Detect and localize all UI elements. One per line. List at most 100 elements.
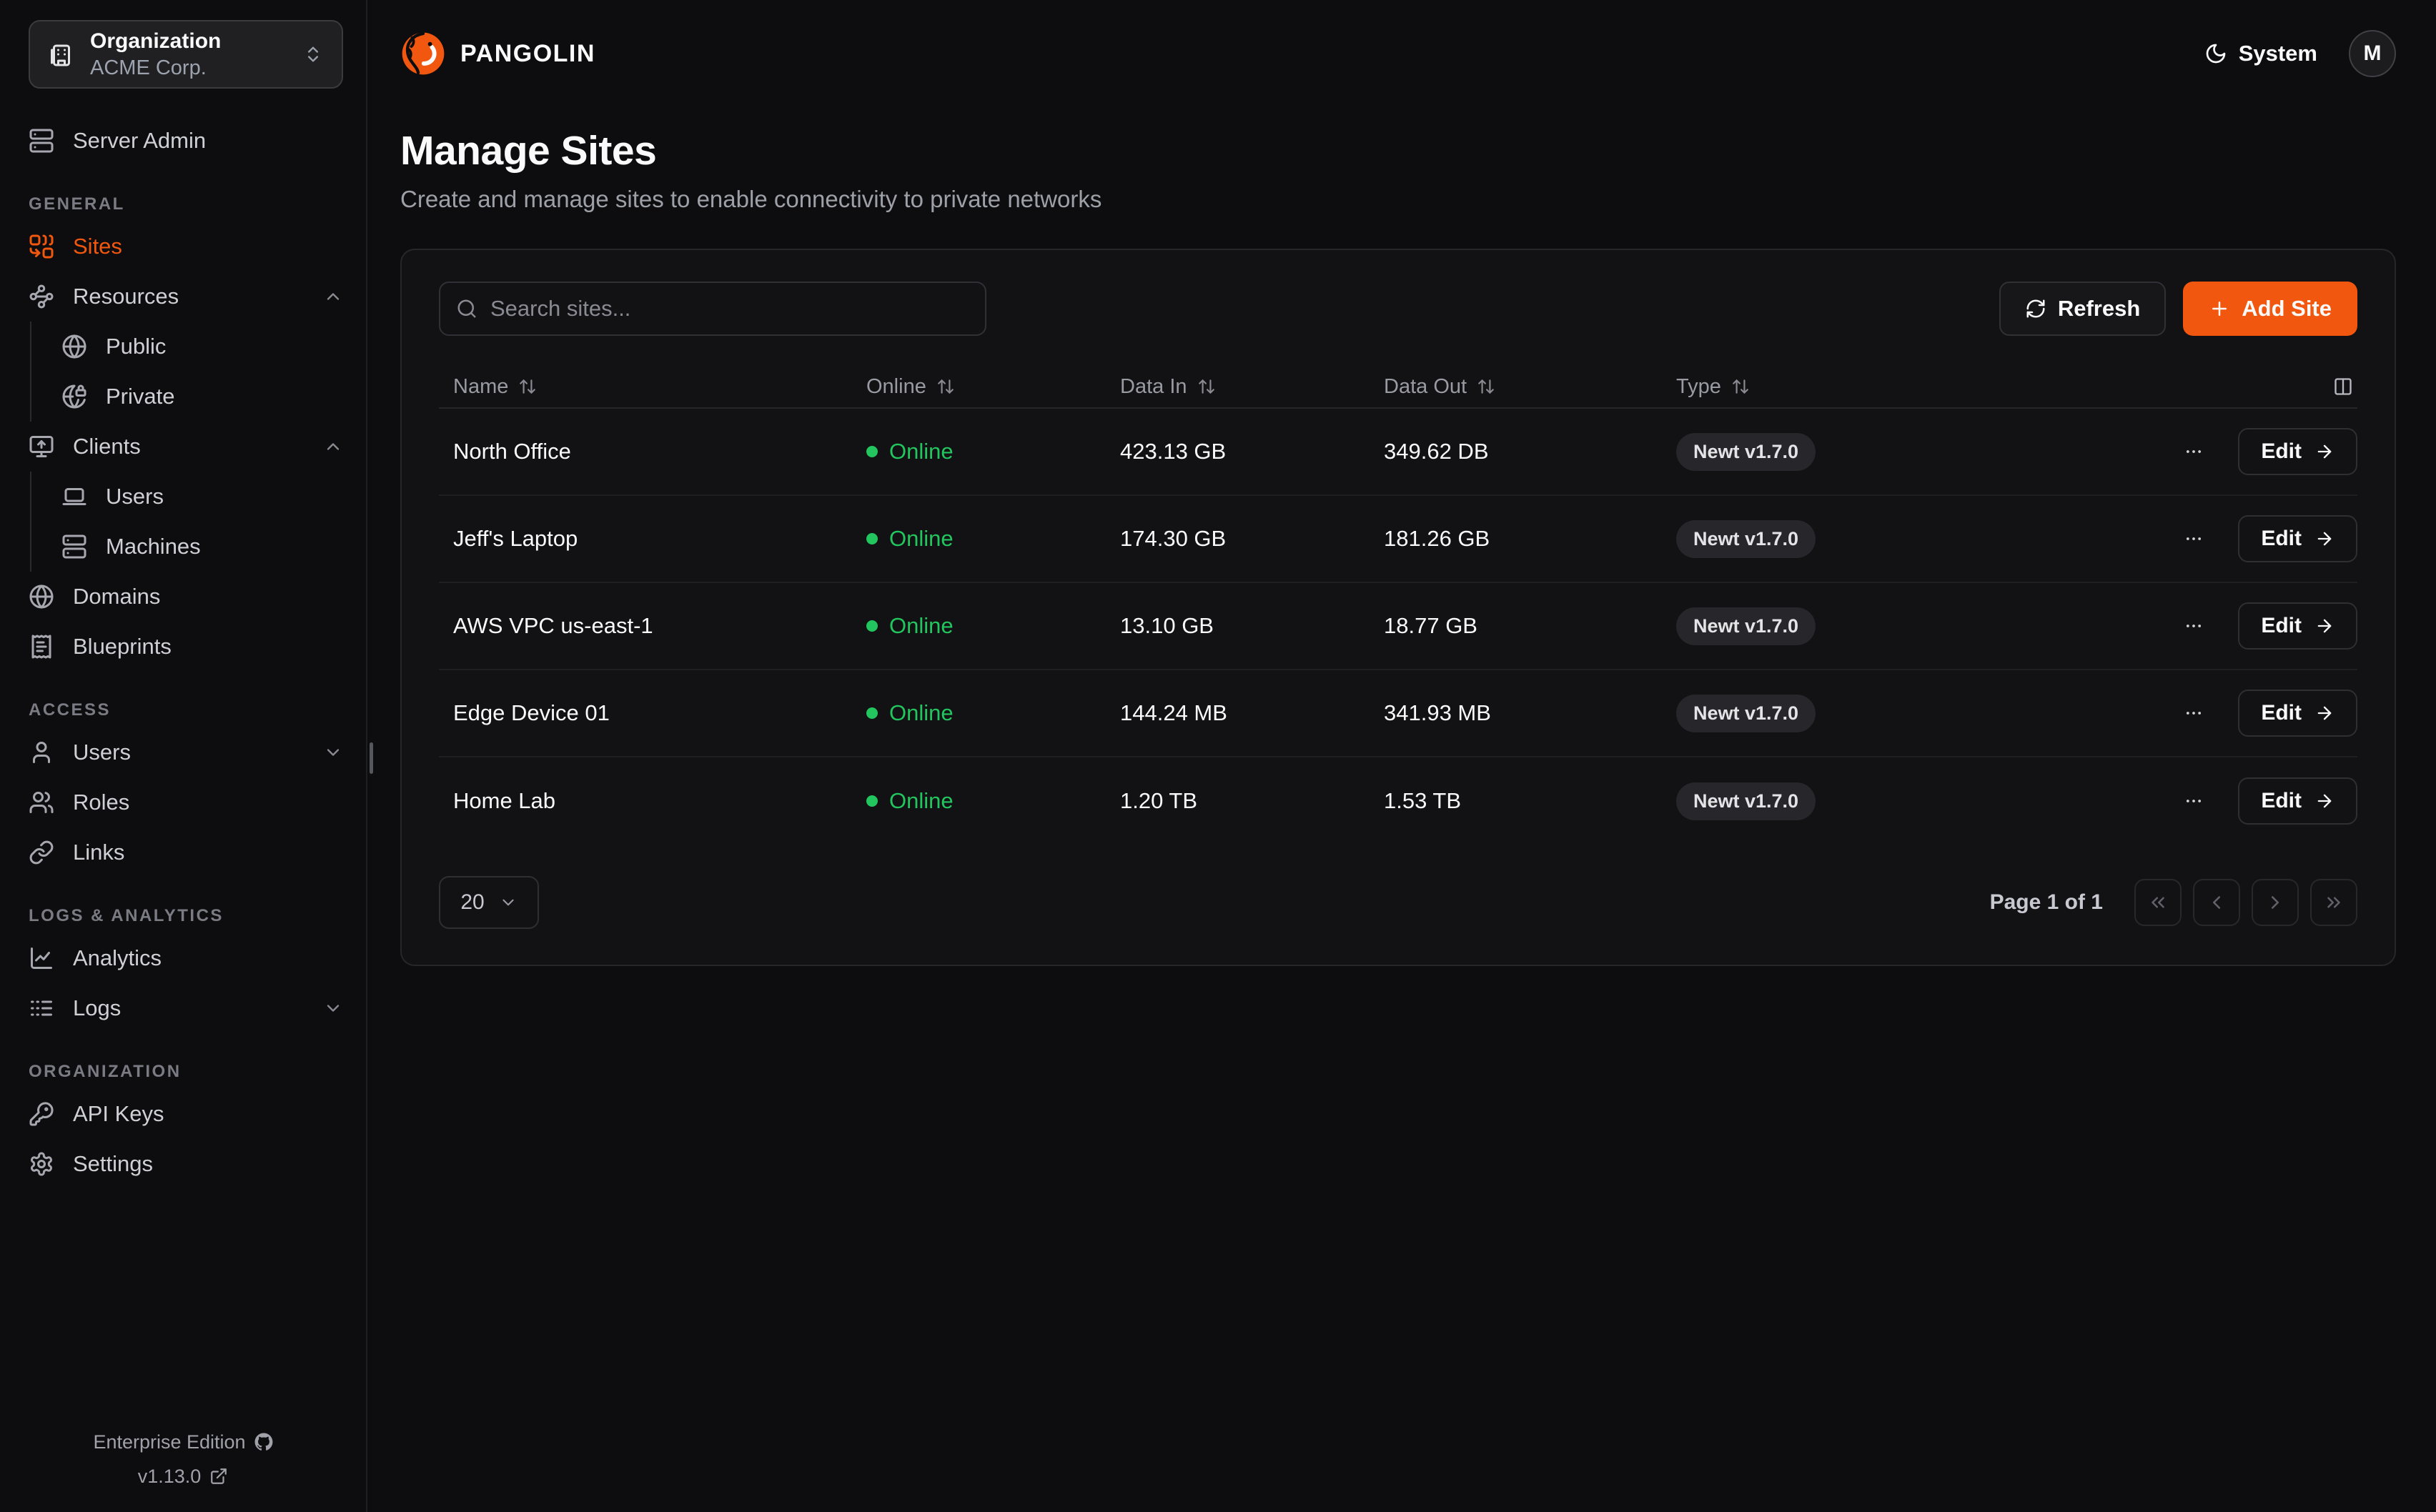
site-name: Edge Device 01 (439, 700, 866, 726)
site-status: Online (866, 788, 1120, 814)
search-input[interactable] (439, 282, 986, 336)
sidebar-item-label: Roles (73, 790, 129, 815)
avatar[interactable]: M (2349, 30, 2396, 77)
sort-icon (1477, 377, 1495, 396)
edit-button[interactable]: Edit (2238, 515, 2357, 562)
site-data-in: 13.10 GB (1120, 613, 1384, 639)
site-data-out: 18.77 GB (1384, 613, 1676, 639)
column-header-name[interactable]: Name (439, 375, 866, 399)
site-data-in: 174.30 GB (1120, 526, 1384, 552)
server-icon (29, 128, 54, 154)
column-header-data-in[interactable]: Data In (1120, 375, 1384, 399)
page-title: Manage Sites (400, 127, 2396, 174)
avatar-initial: M (2364, 41, 2382, 66)
ellipsis-icon (2184, 616, 2204, 636)
edit-button[interactable]: Edit (2238, 602, 2357, 650)
row-menu-button[interactable] (2178, 523, 2209, 554)
chart-line-icon (29, 945, 54, 971)
sidebar-item-roles[interactable]: Roles (29, 777, 343, 827)
chevron-down-icon (499, 893, 518, 912)
sidebar-item-domains[interactable]: Domains (29, 572, 343, 622)
row-menu-button[interactable] (2178, 697, 2209, 729)
sidebar-item-public[interactable]: Public (61, 322, 343, 372)
add-site-button[interactable]: Add Site (2183, 282, 2357, 336)
sidebar-item-settings[interactable]: Settings (29, 1139, 343, 1189)
edit-button[interactable]: Edit (2238, 690, 2357, 737)
chevron-down-icon (323, 998, 343, 1018)
edition-line[interactable]: Enterprise Edition (0, 1425, 366, 1459)
sidebar-item-analytics[interactable]: Analytics (29, 933, 343, 983)
sidebar-item-client-users[interactable]: Users (61, 472, 343, 522)
sidebar-item-api-keys[interactable]: API Keys (29, 1089, 343, 1139)
sidebar-item-label: Users (73, 740, 131, 765)
sort-icon (1197, 377, 1216, 396)
sidebar-item-label: Server Admin (73, 128, 206, 154)
chevrons-up-down-icon (303, 44, 323, 64)
server-icon (61, 534, 87, 559)
online-dot-icon (866, 707, 878, 719)
online-dot-icon (866, 533, 878, 544)
type-badge: Newt v1.7.0 (1676, 433, 1816, 471)
sidebar-item-users[interactable]: Users (29, 727, 343, 777)
pangolin-logo-icon (400, 31, 446, 76)
version-line[interactable]: v1.13.0 (0, 1459, 366, 1493)
sidebar-scrollbar-thumb[interactable] (370, 742, 373, 774)
sidebar-item-label: Resources (73, 284, 179, 309)
type-badge: Newt v1.7.0 (1676, 695, 1816, 732)
first-page-button[interactable] (2134, 879, 2182, 926)
page-size-select[interactable]: 20 (439, 876, 539, 929)
row-menu-button[interactable] (2178, 785, 2209, 817)
site-name: AWS VPC us-east-1 (439, 613, 866, 639)
site-data-out: 349.62 DB (1384, 439, 1676, 464)
ellipsis-icon (2184, 442, 2204, 462)
column-label: Name (453, 375, 508, 399)
sidebar-item-label: Links (73, 840, 124, 865)
link-icon (29, 840, 54, 865)
sidebar-item-label: API Keys (73, 1101, 164, 1127)
topbar-right: System M (2204, 30, 2396, 77)
user-icon (29, 740, 54, 765)
page-size-value: 20 (460, 890, 484, 915)
column-header-data-out[interactable]: Data Out (1384, 375, 1676, 399)
column-label: Data Out (1384, 375, 1467, 399)
site-status: Online (866, 700, 1120, 726)
org-switcher-value: ACME Corp. (90, 55, 221, 81)
prev-page-button[interactable] (2193, 879, 2240, 926)
sidebar-item-machines[interactable]: Machines (61, 522, 343, 572)
org-switcher-text: Organization ACME Corp. (90, 28, 221, 81)
row-actions: Edit (2178, 690, 2357, 737)
sites-card: Refresh Add Site Name Online Data In (400, 249, 2396, 966)
globe-icon (61, 334, 87, 359)
sidebar-item-sites[interactable]: Sites (29, 222, 343, 272)
sidebar-item-server-admin[interactable]: Server Admin (29, 116, 343, 166)
row-menu-button[interactable] (2178, 436, 2209, 467)
edit-button[interactable]: Edit (2238, 428, 2357, 475)
brand[interactable]: PANGOLIN (400, 31, 595, 76)
sidebar-item-private[interactable]: Private (61, 372, 343, 422)
sidebar-item-resources[interactable]: Resources (29, 272, 343, 322)
edit-button[interactable]: Edit (2238, 777, 2357, 825)
org-switcher[interactable]: Organization ACME Corp. (29, 20, 343, 89)
sidebar-item-clients[interactable]: Clients (29, 422, 343, 472)
search-icon (456, 298, 477, 319)
theme-toggle[interactable]: System (2204, 41, 2317, 66)
sidebar-item-logs[interactable]: Logs (29, 983, 343, 1033)
columns-toggle-button[interactable] (2329, 372, 2357, 401)
sidebar-item-blueprints[interactable]: Blueprints (29, 622, 343, 672)
column-header-type[interactable]: Type (1676, 375, 2329, 399)
globe-lock-icon (61, 384, 87, 409)
site-data-in: 423.13 GB (1120, 439, 1384, 464)
sidebar-footer: Enterprise Edition v1.13.0 (0, 1425, 366, 1493)
chevron-left-icon (2206, 892, 2227, 913)
sidebar-item-links[interactable]: Links (29, 827, 343, 877)
search-wrap (439, 282, 986, 336)
sidebar-item-label: Logs (73, 995, 121, 1021)
next-page-button[interactable] (2252, 879, 2299, 926)
sidebar: Organization ACME Corp. Server Admin GEN… (0, 0, 367, 1512)
site-name: Home Lab (439, 788, 866, 814)
column-header-online[interactable]: Online (866, 375, 1120, 399)
site-data-out: 1.53 TB (1384, 788, 1676, 814)
last-page-button[interactable] (2310, 879, 2357, 926)
row-menu-button[interactable] (2178, 610, 2209, 642)
refresh-button[interactable]: Refresh (1999, 282, 2166, 336)
